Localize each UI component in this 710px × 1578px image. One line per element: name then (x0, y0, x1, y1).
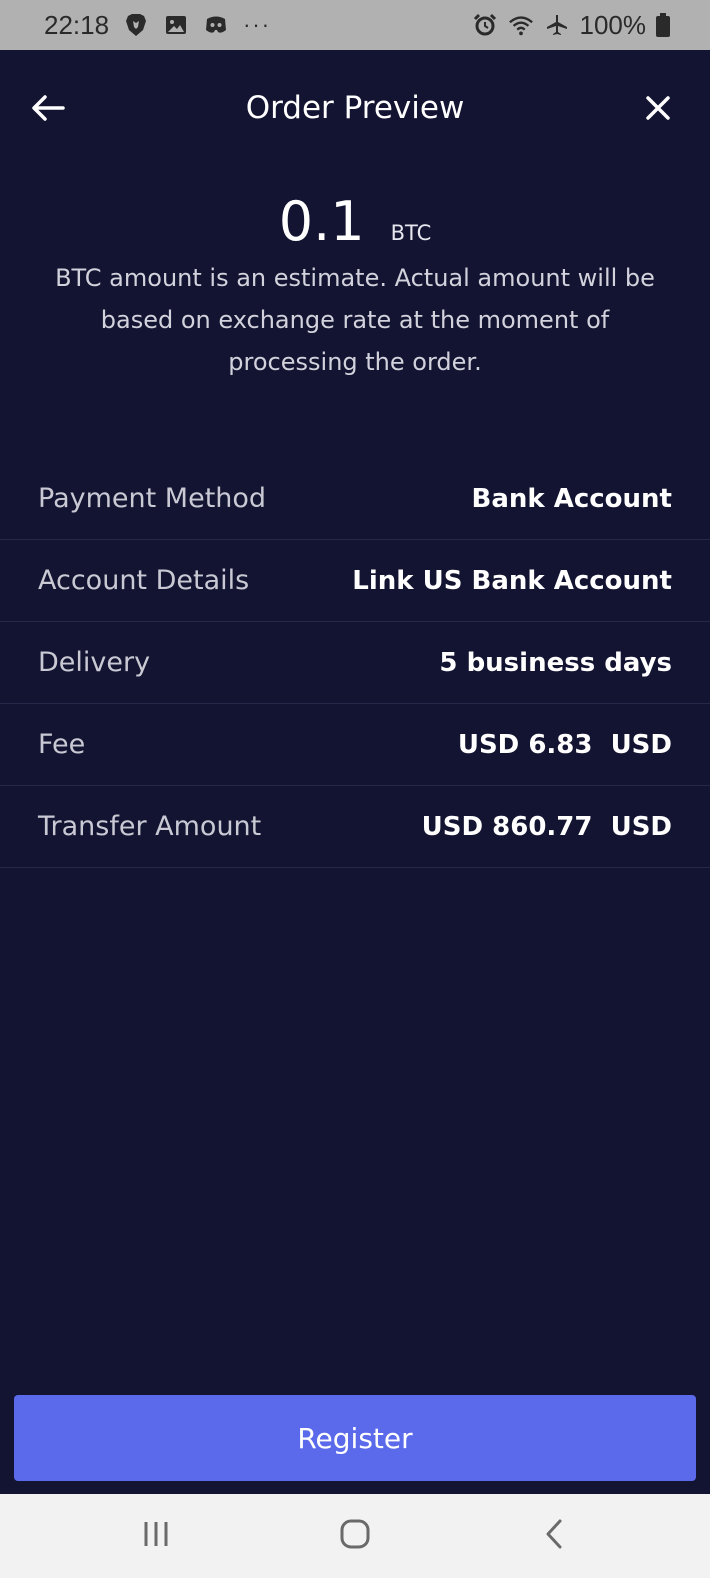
back-button[interactable] (26, 90, 70, 130)
detail-row-fee: Fee USD 6.83 USD (0, 704, 710, 786)
amount-value: 0.1 (278, 190, 365, 253)
detail-label: Transfer Amount (38, 811, 262, 842)
discord-icon (203, 12, 229, 38)
detail-row-account-details: Account Details Link US Bank Account (0, 540, 710, 622)
detail-value: USD 860.77 USD (421, 811, 672, 842)
page-title: Order Preview (245, 90, 465, 126)
detail-label: Fee (38, 729, 86, 760)
detail-value: Link US Bank Account (352, 565, 672, 596)
detail-row-transfer-amount: Transfer Amount USD 860.77 USD (0, 786, 710, 868)
recent-apps-button[interactable] (126, 1508, 186, 1564)
detail-value: 5 business days (439, 647, 672, 678)
gallery-icon (163, 12, 189, 38)
detail-row-payment-method: Payment Method Bank Account (0, 458, 710, 540)
alarm-icon (472, 12, 498, 38)
estimate-disclaimer: BTC amount is an estimate. Actual amount… (55, 264, 655, 376)
brave-icon (123, 12, 149, 38)
detail-label: Delivery (38, 647, 151, 678)
close-icon (645, 95, 671, 125)
detail-row-delivery: Delivery 5 business days (0, 622, 710, 704)
airplane-icon (544, 12, 570, 38)
battery-icon (656, 12, 670, 38)
arrow-left-icon (31, 94, 65, 126)
detail-label: Payment Method (38, 483, 267, 514)
close-button[interactable] (636, 90, 680, 130)
header: Order Preview (0, 50, 710, 170)
detail-value: Bank Account (471, 483, 672, 514)
register-button[interactable]: Register (14, 1395, 696, 1481)
chevron-left-icon (542, 1519, 566, 1553)
order-amount: 0.1 BTC (0, 190, 710, 253)
order-details: Payment Method Bank Account Account Deta… (0, 458, 710, 868)
home-button[interactable] (325, 1508, 385, 1564)
wifi-icon (508, 12, 534, 38)
status-bar-left: 22:18 ··· (44, 10, 271, 41)
detail-label: Account Details (38, 565, 250, 596)
amount-unit: BTC (390, 221, 432, 245)
status-time: 22:18 (44, 9, 110, 40)
status-bar: 22:18 ··· 100% (0, 0, 710, 50)
system-back-button[interactable] (524, 1508, 584, 1564)
battery-percent: 100% (579, 9, 647, 40)
detail-value: USD 6.83 USD (457, 729, 672, 760)
recent-apps-icon (141, 1520, 171, 1552)
home-icon (339, 1518, 371, 1554)
system-nav-bar (0, 1494, 710, 1578)
more-notifications: ··· (243, 12, 272, 37)
status-bar-right: 100% (472, 9, 670, 41)
